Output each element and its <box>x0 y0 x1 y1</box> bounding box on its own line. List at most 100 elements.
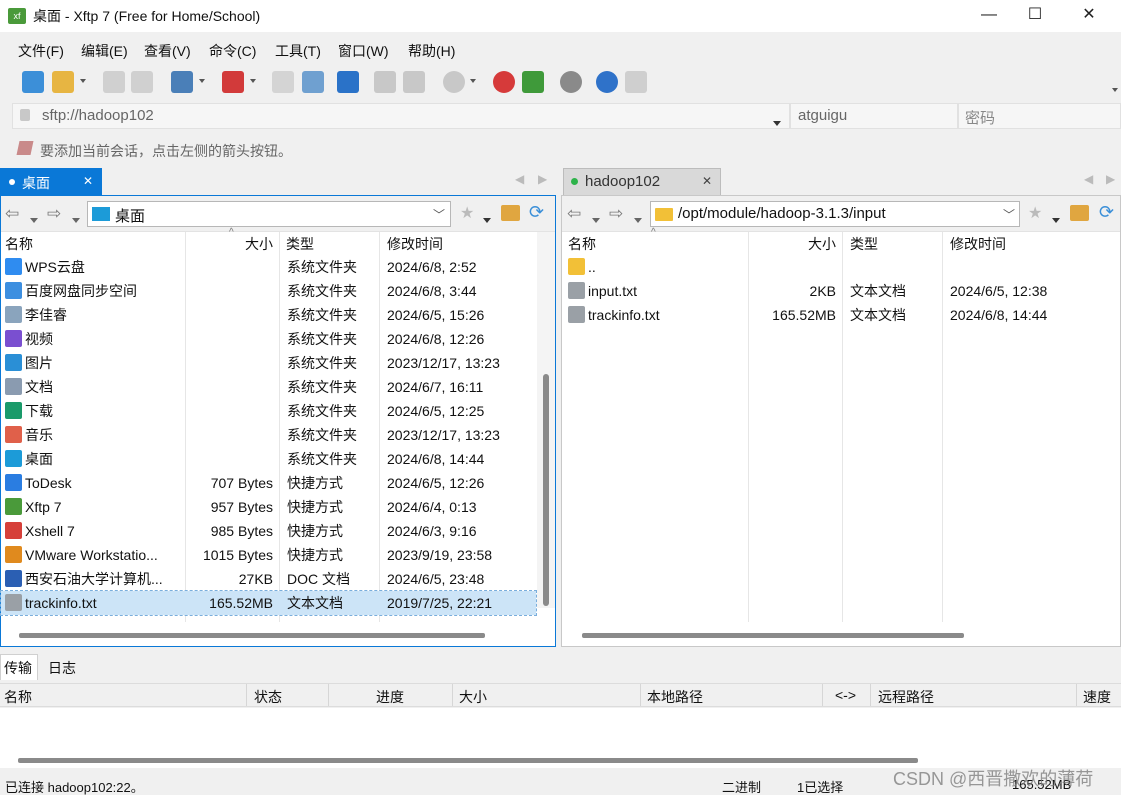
local-home-icon[interactable] <box>501 205 520 221</box>
bottom-tabs <box>0 652 1121 680</box>
tab-remote-close-icon[interactable]: ✕ <box>702 174 712 188</box>
remote-bookmark-icon[interactable]: ★ <box>1028 203 1042 223</box>
local-path-dropdown-icon[interactable]: ﹀ <box>433 206 445 223</box>
sync-icon[interactable] <box>222 71 244 93</box>
transfer-col-size[interactable]: 大小 <box>459 687 487 707</box>
remote-bookmark-dropdown-icon[interactable] <box>1052 211 1060 227</box>
local-back-dropdown-icon[interactable] <box>30 211 38 227</box>
right-tab-prev-icon[interactable]: ◀ <box>1084 172 1093 186</box>
remote-col-modified[interactable]: 修改时间 <box>950 234 1006 254</box>
new-session-icon[interactable] <box>22 71 44 93</box>
copy-icon[interactable] <box>374 71 396 93</box>
maximize-button[interactable]: ☐ <box>1012 0 1058 32</box>
remote-home-icon[interactable] <box>1070 205 1089 221</box>
local-bookmark-icon[interactable]: ★ <box>460 203 474 223</box>
left-tab-next-icon[interactable]: ▶ <box>538 172 547 186</box>
transfer-col-speed[interactable]: 速度 <box>1083 687 1111 707</box>
local-col-size[interactable]: 大小 <box>245 234 273 254</box>
properties-dropdown-icon[interactable] <box>199 79 205 83</box>
left-tab-prev-icon[interactable]: ◀ <box>515 172 524 186</box>
file-row[interactable]: 图片 系统文件夹 2023/12/17, 13:23 <box>1 351 536 375</box>
stop-dropdown-icon[interactable] <box>470 79 476 83</box>
open-folder-icon[interactable] <box>52 71 74 93</box>
new-file-icon[interactable] <box>272 71 294 93</box>
transfer-icon[interactable] <box>302 71 324 93</box>
file-row[interactable]: 西安石油大学计算机... 27KB DOC 文档 2024/6/5, 23:48 <box>1 567 536 591</box>
transfer-col-local-path[interactable]: 本地路径 <box>647 687 703 707</box>
remote-col-size[interactable]: 大小 <box>808 234 836 254</box>
text-file-icon <box>568 306 585 323</box>
tab-local-close-icon[interactable]: ✕ <box>83 174 93 188</box>
help-icon[interactable] <box>596 71 618 93</box>
disconnect-icon[interactable] <box>131 71 153 93</box>
remote-back-dropdown-icon[interactable] <box>592 211 600 227</box>
local-forward-icon[interactable]: ⇨ <box>47 204 61 224</box>
transfer-col-name[interactable]: 名称 <box>4 687 32 707</box>
session-arrow-icon[interactable] <box>16 141 34 155</box>
settings-gear-icon[interactable] <box>560 71 582 93</box>
local-col-modified[interactable]: 修改时间 <box>387 234 443 254</box>
transfer-col-progress[interactable]: 进度 <box>376 687 404 707</box>
remote-col-name[interactable]: 名称 <box>568 234 596 254</box>
local-back-icon[interactable]: ⇦ <box>5 204 19 224</box>
properties-icon[interactable] <box>171 71 193 93</box>
local-col-type[interactable]: 类型 <box>286 234 314 254</box>
close-button[interactable]: ✕ <box>1066 0 1112 32</box>
open-dropdown-icon[interactable] <box>80 79 86 83</box>
right-tab-next-icon[interactable]: ▶ <box>1106 172 1115 186</box>
menu-file[interactable]: 文件(F) <box>18 41 64 61</box>
remote-col-type[interactable]: 类型 <box>850 234 878 254</box>
address-dropdown-icon[interactable] <box>773 114 781 130</box>
remote-back-icon[interactable]: ⇦ <box>567 204 581 224</box>
remote-path-dropdown-icon[interactable]: ﹀ <box>1003 206 1015 223</box>
local-refresh-icon[interactable]: ⟳ <box>529 202 544 223</box>
file-row[interactable]: 李佳睿 系统文件夹 2024/6/5, 15:26 <box>1 303 536 327</box>
sync-dropdown-icon[interactable] <box>250 79 256 83</box>
file-row[interactable]: Xshell 7 985 Bytes 快捷方式 2024/6/3, 9:16 <box>1 519 536 543</box>
local-hscroll-thumb[interactable] <box>19 633 485 638</box>
sync-both-icon[interactable] <box>337 71 359 93</box>
menu-view[interactable]: 查看(V) <box>144 41 191 61</box>
file-row[interactable]: 视频 系统文件夹 2024/6/8, 12:26 <box>1 327 536 351</box>
menu-window[interactable]: 窗口(W) <box>338 41 389 61</box>
transfer-col-remote-path[interactable]: 远程路径 <box>878 687 934 707</box>
file-row[interactable]: 桌面 系统文件夹 2024/6/8, 14:44 <box>1 447 536 471</box>
file-modified: 2023/12/17, 13:23 <box>387 355 500 371</box>
file-row[interactable]: input.txt 2KB 文本文档 2024/6/5, 12:38 <box>562 279 1120 303</box>
menu-edit[interactable]: 编辑(E) <box>81 41 128 61</box>
file-row[interactable]: 音乐 系统文件夹 2023/12/17, 13:23 <box>1 423 536 447</box>
transfer-hscroll-thumb[interactable] <box>18 758 918 763</box>
file-row[interactable]: trackinfo.txt 165.52MB 文本文档 2019/7/25, 22:2… <box>0 590 537 616</box>
connect-icon[interactable] <box>103 71 125 93</box>
tab-log[interactable]: 日志 <box>48 658 76 678</box>
remote-hscroll-thumb[interactable] <box>582 633 964 638</box>
paste-icon[interactable] <box>403 71 425 93</box>
xshell-icon[interactable] <box>493 71 515 93</box>
local-forward-dropdown-icon[interactable] <box>72 211 80 227</box>
stop-icon[interactable] <box>443 71 465 93</box>
file-row[interactable]: .. <box>562 255 1120 279</box>
xftp-icon[interactable] <box>522 71 544 93</box>
local-bookmark-dropdown-icon[interactable] <box>483 211 491 227</box>
remote-forward-icon[interactable]: ⇨ <box>609 204 623 224</box>
toolbar-overflow-icon[interactable] <box>1112 88 1118 92</box>
transfer-col-direction[interactable]: <-> <box>835 687 856 703</box>
transfer-col-status[interactable]: 状态 <box>254 687 282 707</box>
file-row[interactable]: 文档 系统文件夹 2024/6/7, 16:11 <box>1 375 536 399</box>
menu-help[interactable]: 帮助(H) <box>408 41 455 61</box>
file-row[interactable]: 下载 系统文件夹 2024/6/5, 12:25 <box>1 399 536 423</box>
remote-forward-dropdown-icon[interactable] <box>634 211 642 227</box>
file-row[interactable]: WPS云盘 系统文件夹 2024/6/8, 2:52 <box>1 255 536 279</box>
menu-command[interactable]: 命令(C) <box>209 41 256 61</box>
chat-icon[interactable] <box>625 71 647 93</box>
file-row[interactable]: trackinfo.txt 165.52MB 文本文档 2024/6/8, 14:44 <box>562 303 1120 327</box>
file-row[interactable]: 百度网盘同步空间 系统文件夹 2024/6/8, 3:44 <box>1 279 536 303</box>
remote-refresh-icon[interactable]: ⟳ <box>1099 202 1114 223</box>
local-col-name[interactable]: 名称 <box>5 234 33 254</box>
menu-tools[interactable]: 工具(T) <box>275 41 321 61</box>
file-row[interactable]: ToDesk 707 Bytes 快捷方式 2024/6/5, 12:26 <box>1 471 536 495</box>
local-vscroll-thumb[interactable] <box>543 374 549 606</box>
minimize-button[interactable]: — <box>966 0 1012 32</box>
file-row[interactable]: VMware Workstatio... 1015 Bytes 快捷方式 2023/9… <box>1 543 536 567</box>
file-row[interactable]: Xftp 7 957 Bytes 快捷方式 2024/6/4, 0:13 <box>1 495 536 519</box>
